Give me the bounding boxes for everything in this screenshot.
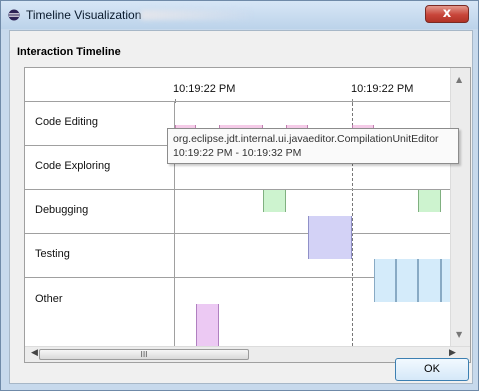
title-bar[interactable]: Timeline Visualization x — [1, 1, 478, 29]
row-divider — [25, 233, 450, 234]
testing-event[interactable] — [374, 259, 396, 302]
timeline-panel: 10:19:22 PM 10:19:22 PM Code Editing Cod… — [24, 67, 471, 363]
ok-button[interactable]: OK — [395, 358, 469, 381]
dialog-body: Interaction Timeline 10:19:22 PM 10:19:2… — [9, 30, 473, 384]
horizontal-scroll-thumb[interactable]: III — [39, 349, 249, 360]
close-button[interactable]: x — [425, 5, 469, 23]
window-title: Timeline Visualization — [26, 8, 142, 22]
row-label-testing: Testing — [35, 248, 70, 260]
scroll-down-icon[interactable]: ▼ — [456, 330, 462, 339]
close-icon: x — [442, 6, 452, 21]
vertical-scrollbar[interactable]: ▲ ▼ — [450, 68, 470, 346]
row-divider — [25, 189, 450, 190]
other-event[interactable] — [196, 304, 219, 346]
event-tooltip: org.eclipse.jdt.internal.ui.javaeditor.C… — [167, 128, 459, 164]
scroll-thumb-grip: III — [140, 350, 148, 359]
row-label-code-exploring: Code Exploring — [35, 160, 111, 172]
code-exploring-event[interactable] — [263, 190, 286, 212]
code-exploring-event[interactable] — [418, 190, 441, 212]
time-label: 10:19:22 PM — [173, 83, 236, 95]
tooltip-editor-name: org.eclipse.jdt.internal.ui.javaeditor.C… — [173, 133, 439, 145]
scroll-right-icon[interactable]: ▶ — [449, 348, 456, 358]
section-title: Interaction Timeline — [17, 46, 121, 58]
timeline-window: Timeline Visualization x Interaction Tim… — [0, 0, 479, 391]
testing-event[interactable] — [418, 259, 441, 302]
row-divider — [25, 101, 450, 102]
testing-event[interactable] — [396, 259, 418, 302]
time-label: 10:19:22 PM — [351, 83, 414, 95]
row-label-code-editing: Code Editing — [35, 116, 98, 128]
eclipse-icon — [8, 9, 20, 21]
debugging-event[interactable] — [308, 216, 352, 259]
scroll-left-icon[interactable]: ◀ — [31, 348, 38, 358]
scroll-up-icon[interactable]: ▲ — [456, 75, 462, 84]
row-label-debugging: Debugging — [35, 204, 89, 216]
row-label-other: Other — [35, 293, 63, 305]
title-blur — [141, 10, 251, 20]
tooltip-time-range: 10:19:22 PM - 10:19:32 PM — [173, 147, 302, 159]
